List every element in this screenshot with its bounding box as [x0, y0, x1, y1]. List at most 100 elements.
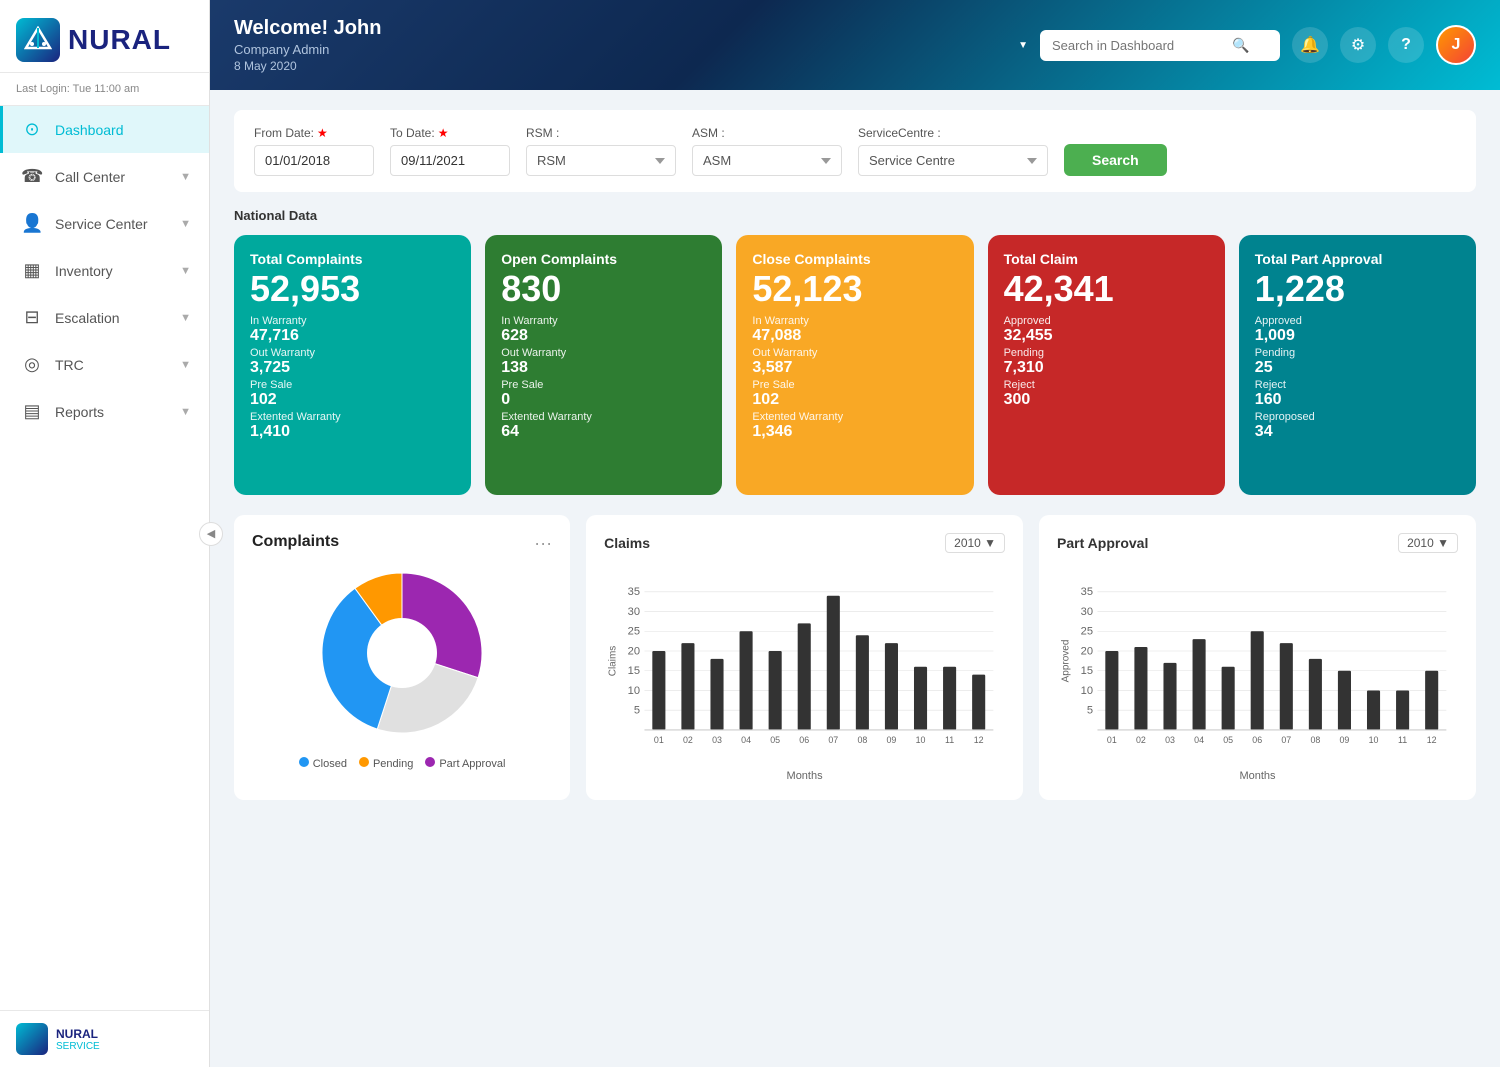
stat-card-total-complaints: Total Complaints 52,953 In Warranty 47,7… [234, 235, 471, 495]
stat-label: In Warranty [501, 315, 706, 327]
service-centre-label: ServiceCentre : [858, 126, 1048, 140]
sidebar-item-call-center[interactable]: ☎ Call Center ▼ [0, 153, 209, 200]
stat-value: 0 [501, 391, 706, 409]
search-input[interactable] [1052, 38, 1232, 53]
rsm-select[interactable]: RSM [526, 145, 676, 176]
stat-value: 102 [250, 391, 455, 409]
service-centre-group: ServiceCentre : Service Centre [858, 126, 1048, 176]
complaints-chart-card: ··· Complaints ClosedPendingPart Approva… [234, 515, 570, 800]
sidebar-item-reports[interactable]: ▤ Reports ▼ [0, 388, 209, 435]
svg-text:Claims: Claims [608, 646, 619, 677]
stat-value: 160 [1255, 391, 1460, 409]
svg-text:Approved: Approved [1061, 640, 1072, 683]
complaints-chart-menu[interactable]: ··· [534, 533, 552, 554]
stat-row: Pre Sale 102 [752, 379, 957, 409]
svg-text:04: 04 [1194, 735, 1204, 745]
notification-button[interactable]: 🔔 [1292, 27, 1328, 63]
stat-card-main-value: 830 [501, 271, 706, 307]
svg-text:08: 08 [1310, 735, 1320, 745]
header-dropdown-arrow[interactable]: ▼ [1018, 40, 1028, 51]
header-right: ▼ 🔍 🔔 ⚙ ? J [1018, 25, 1476, 65]
svg-text:35: 35 [628, 586, 640, 598]
stat-row: Pre Sale 0 [501, 379, 706, 409]
claims-chart-svg: 5101520253035Claims010203040506070809101… [604, 561, 1005, 761]
search-button[interactable]: Search [1064, 144, 1167, 176]
sidebar-item-dashboard[interactable]: ⊙ Dashboard [0, 106, 209, 153]
stats-grid: Total Complaints 52,953 In Warranty 47,7… [234, 235, 1476, 495]
sidebar-item-escalation[interactable]: ⊟ Escalation ▼ [0, 294, 209, 341]
from-date-input[interactable] [254, 145, 374, 176]
pie-legend: ClosedPendingPart Approval [252, 757, 552, 770]
part-approval-months-label: Months [1057, 770, 1458, 782]
to-date-input[interactable] [390, 145, 510, 176]
stat-label: Reproposed [1255, 411, 1460, 423]
stat-value: 300 [1004, 391, 1209, 409]
to-date-label: To Date:★ [390, 126, 510, 140]
part-approval-chart-title: Part Approval [1057, 535, 1148, 551]
nav-icon-service-center: 👤 [21, 213, 43, 234]
sidebar-item-trc[interactable]: ◎ TRC ▼ [0, 341, 209, 388]
stat-label: Out Warranty [752, 347, 957, 359]
nav-menu: ⊙ Dashboard ☎ Call Center ▼👤 Service Cen… [0, 106, 209, 435]
svg-text:05: 05 [770, 735, 780, 745]
settings-icon: ⚙ [1351, 35, 1365, 55]
stat-row: In Warranty 47,088 [752, 315, 957, 345]
svg-text:02: 02 [683, 735, 693, 745]
nav-icon-inventory: ▦ [21, 260, 43, 281]
stat-card-total-claim: Total Claim 42,341 Approved 32,455 Pendi… [988, 235, 1225, 495]
sidebar-bottom-title: NURAL [56, 1027, 100, 1041]
sidebar-bottom: NURAL SERVICE [0, 1010, 209, 1067]
asm-select[interactable]: ASM [692, 145, 842, 176]
pie-chart-container [252, 563, 552, 743]
stat-value: 34 [1255, 423, 1460, 441]
header-user-info: Welcome! John Company Admin 8 May 2020 [234, 17, 381, 73]
nav-label-escalation: Escalation [55, 310, 120, 326]
stat-label: Approved [1255, 315, 1460, 327]
stat-label: In Warranty [752, 315, 957, 327]
help-icon: ? [1401, 36, 1411, 54]
stat-row: Reject 300 [1004, 379, 1209, 409]
part-approval-year-selector[interactable]: 2010 ▼ [1398, 533, 1458, 553]
nav-icon-trc: ◎ [21, 354, 43, 375]
stat-card-title: Open Complaints [501, 251, 706, 267]
claims-chart-card: Claims 2010 ▼ 5101520253035Claims0102030… [586, 515, 1023, 800]
last-login: Last Login: Tue 11:00 am [0, 73, 209, 106]
stat-row: Approved 1,009 [1255, 315, 1460, 345]
nav-arrow-reports: ▼ [180, 406, 191, 418]
nav-arrow-escalation: ▼ [180, 312, 191, 324]
service-centre-select[interactable]: Service Centre [858, 145, 1048, 176]
svg-text:10: 10 [628, 685, 640, 697]
svg-text:35: 35 [1081, 586, 1093, 598]
header: Welcome! John Company Admin 8 May 2020 ▼… [210, 0, 1500, 90]
nav-label-dashboard: Dashboard [55, 122, 124, 138]
stat-row: Extented Warranty 1,410 [250, 411, 455, 441]
sidebar-collapse-button[interactable]: ◀ [199, 522, 223, 546]
settings-button[interactable]: ⚙ [1340, 27, 1376, 63]
help-button[interactable]: ? [1388, 27, 1424, 63]
bell-icon: 🔔 [1300, 35, 1320, 55]
stat-card-title: Total Part Approval [1255, 251, 1460, 267]
sidebar-item-service-center[interactable]: 👤 Service Center ▼ [0, 200, 209, 247]
svg-text:01: 01 [654, 735, 664, 745]
svg-text:30: 30 [628, 606, 640, 618]
nav-icon-dashboard: ⊙ [21, 119, 43, 140]
header-date: 8 May 2020 [234, 59, 381, 73]
stat-value: 1,410 [250, 423, 455, 441]
stat-value: 3,587 [752, 359, 957, 377]
stat-label: Pending [1255, 347, 1460, 359]
avatar[interactable]: J [1436, 25, 1476, 65]
sidebar-item-inventory[interactable]: ▦ Inventory ▼ [0, 247, 209, 294]
stat-card-main-value: 52,123 [752, 271, 957, 307]
claims-year-selector[interactable]: 2010 ▼ [945, 533, 1005, 553]
stat-row: In Warranty 628 [501, 315, 706, 345]
stat-card-title: Total Claim [1004, 251, 1209, 267]
stat-row: In Warranty 47,716 [250, 315, 455, 345]
search-bar[interactable]: 🔍 [1040, 30, 1280, 61]
stat-value: 47,716 [250, 327, 455, 345]
svg-text:07: 07 [828, 735, 838, 745]
stat-value: 1,346 [752, 423, 957, 441]
svg-text:04: 04 [741, 735, 751, 745]
svg-text:06: 06 [799, 735, 809, 745]
nav-arrow-inventory: ▼ [180, 265, 191, 277]
stat-value: 138 [501, 359, 706, 377]
